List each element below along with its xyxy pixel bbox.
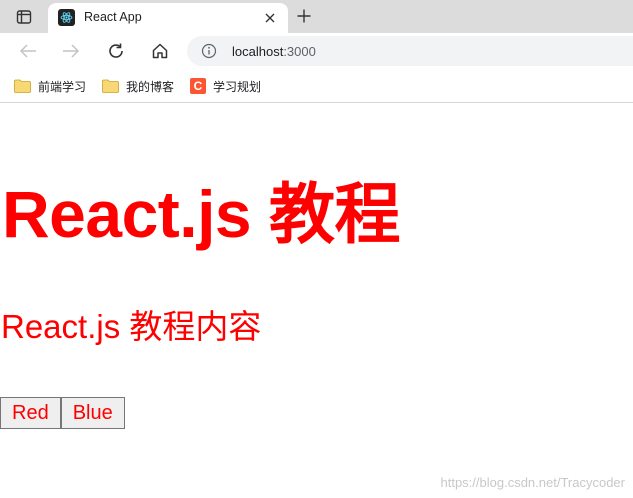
bookmarks-bar: 前端学习 我的博客 C 学习规划 [0, 70, 633, 103]
browser-tab[interactable]: React App [48, 3, 288, 33]
folder-icon [14, 79, 31, 93]
plus-icon [297, 9, 311, 23]
bookmark-label: 我的博客 [126, 79, 175, 94]
url-text: localhost:3000 [232, 44, 316, 59]
bookmark-frontend-learning[interactable]: 前端学习 [14, 77, 86, 95]
tab-actions-icon [16, 10, 32, 24]
forward-button[interactable] [56, 37, 86, 65]
info-icon[interactable] [201, 43, 217, 59]
back-arrow-icon [19, 44, 36, 58]
bookmark-label: 学习规划 [213, 79, 262, 94]
bookmark-study-plan[interactable]: C 学习规划 [190, 77, 261, 95]
bookmark-label: 前端学习 [38, 79, 87, 94]
page-content: React.js 教程 React.js 教程内容 Red Blue https… [0, 103, 633, 498]
tab-close-button[interactable] [260, 8, 280, 28]
blue-button[interactable]: Blue [60, 397, 125, 429]
tab-strip: React App [0, 0, 633, 33]
bookmark-my-blog[interactable]: 我的博客 [102, 77, 174, 95]
reload-icon [109, 43, 123, 58]
forward-arrow-icon [63, 44, 80, 58]
button-row: Red Blue [0, 397, 125, 429]
csdn-icon: C [190, 78, 206, 94]
address-bar[interactable]: localhost:3000 [187, 36, 633, 66]
close-icon [265, 13, 275, 23]
tab-actions-button[interactable] [10, 6, 38, 28]
home-icon [152, 43, 168, 59]
watermark: https://blog.csdn.net/Tracycoder [440, 475, 625, 490]
page-subheading: React.js 教程内容 [1, 308, 262, 345]
folder-icon [102, 79, 119, 93]
react-logo-icon [58, 9, 75, 26]
back-button[interactable] [13, 37, 43, 65]
tab-title: React App [84, 10, 142, 24]
page-heading: React.js 教程 [2, 177, 400, 251]
browser-toolbar: localhost:3000 [0, 33, 633, 70]
url-host: localhost [232, 44, 284, 59]
reload-button[interactable] [101, 37, 131, 65]
red-button[interactable]: Red [0, 397, 61, 429]
home-button[interactable] [145, 37, 175, 65]
url-port: :3000 [283, 44, 316, 59]
new-tab-button[interactable] [292, 5, 316, 27]
